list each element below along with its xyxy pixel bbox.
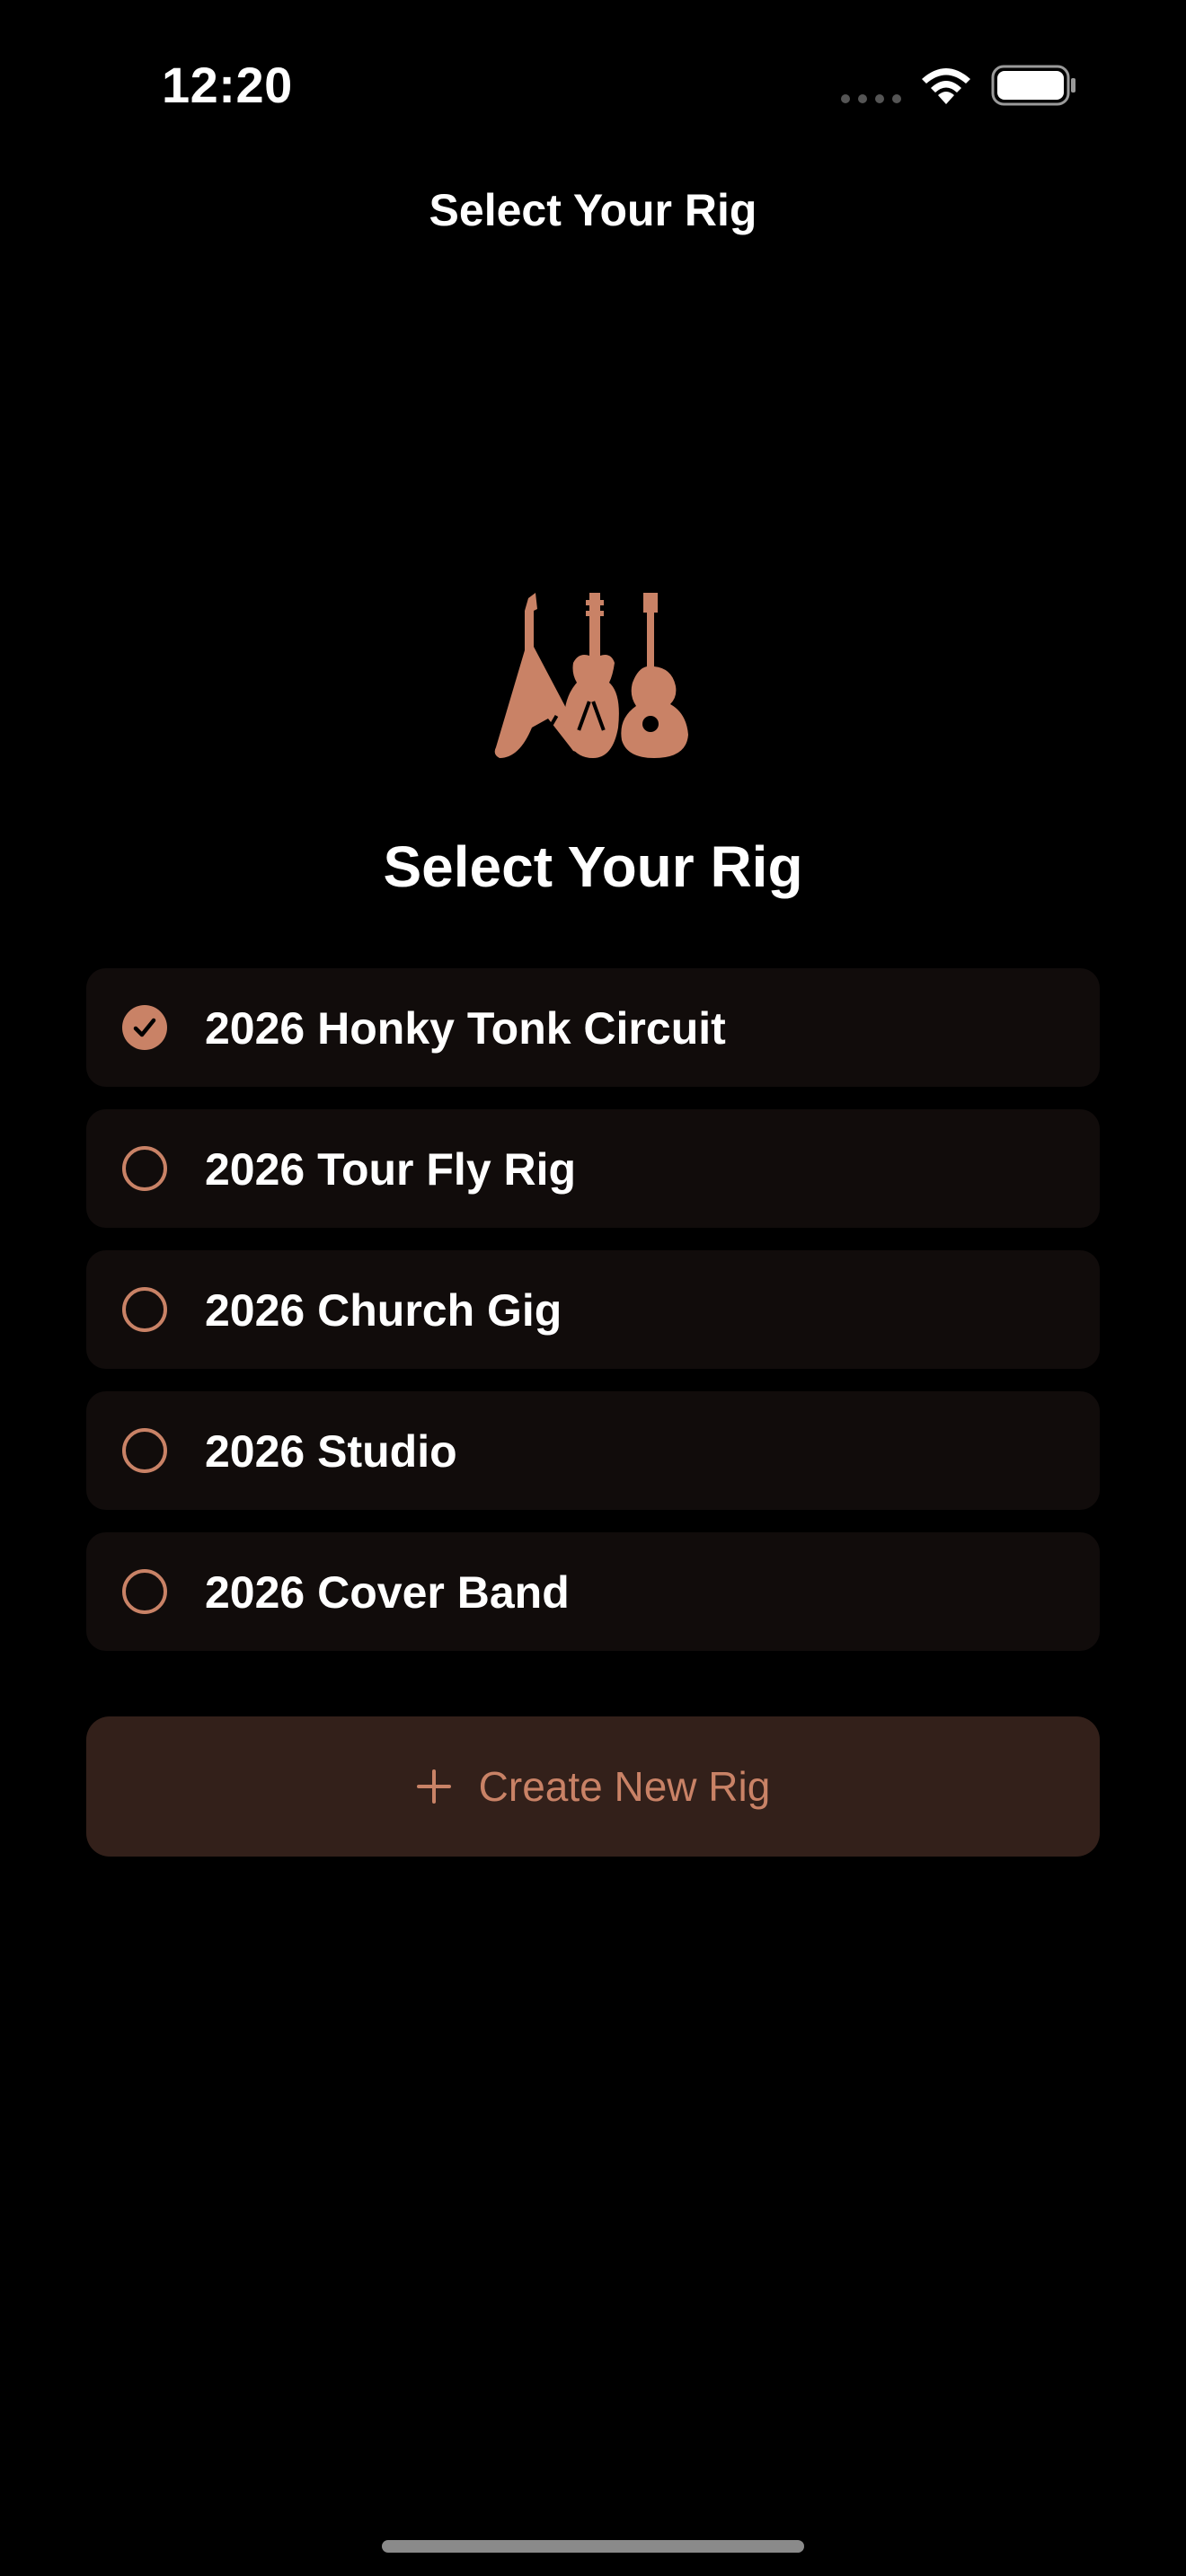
guitars-icon <box>494 593 688 758</box>
create-new-rig-button[interactable]: Create New Rig <box>86 1716 1100 1857</box>
rig-option[interactable]: 2026 Honky Tonk Circuit <box>86 968 1100 1087</box>
radio-checked-icon <box>122 1005 167 1050</box>
rig-option-label: 2026 Studio <box>205 1426 457 1477</box>
rig-option-label: 2026 Honky Tonk Circuit <box>205 1003 726 1054</box>
rig-option-label: 2026 Tour Fly Rig <box>205 1144 577 1195</box>
wifi-icon <box>922 68 970 104</box>
rig-list: 2026 Honky Tonk Circuit 2026 Tour Fly Ri… <box>86 968 1100 1673</box>
plus-icon <box>416 1769 451 1804</box>
home-indicator[interactable] <box>382 2540 804 2553</box>
nav-title: Select Your Rig <box>429 185 757 235</box>
status-time: 12:20 <box>162 57 293 113</box>
create-new-rig-label: Create New Rig <box>478 1763 771 1810</box>
battery-icon <box>991 65 1075 106</box>
rig-option[interactable]: 2026 Church Gig <box>86 1250 1100 1369</box>
radio-unchecked-icon <box>122 1287 167 1332</box>
rig-option[interactable]: 2026 Cover Band <box>86 1532 1100 1651</box>
rig-option-label: 2026 Church Gig <box>205 1285 562 1336</box>
status-bar: 12:20 <box>0 0 1186 171</box>
rig-option[interactable]: 2026 Tour Fly Rig <box>86 1109 1100 1228</box>
rig-option[interactable]: 2026 Studio <box>86 1391 1100 1510</box>
radio-unchecked-icon <box>122 1146 167 1191</box>
page-heading: Select Your Rig <box>383 834 803 899</box>
radio-unchecked-icon <box>122 1428 167 1473</box>
rig-option-label: 2026 Cover Band <box>205 1567 570 1618</box>
cellular-signal-icon <box>841 94 901 103</box>
radio-unchecked-icon <box>122 1569 167 1614</box>
